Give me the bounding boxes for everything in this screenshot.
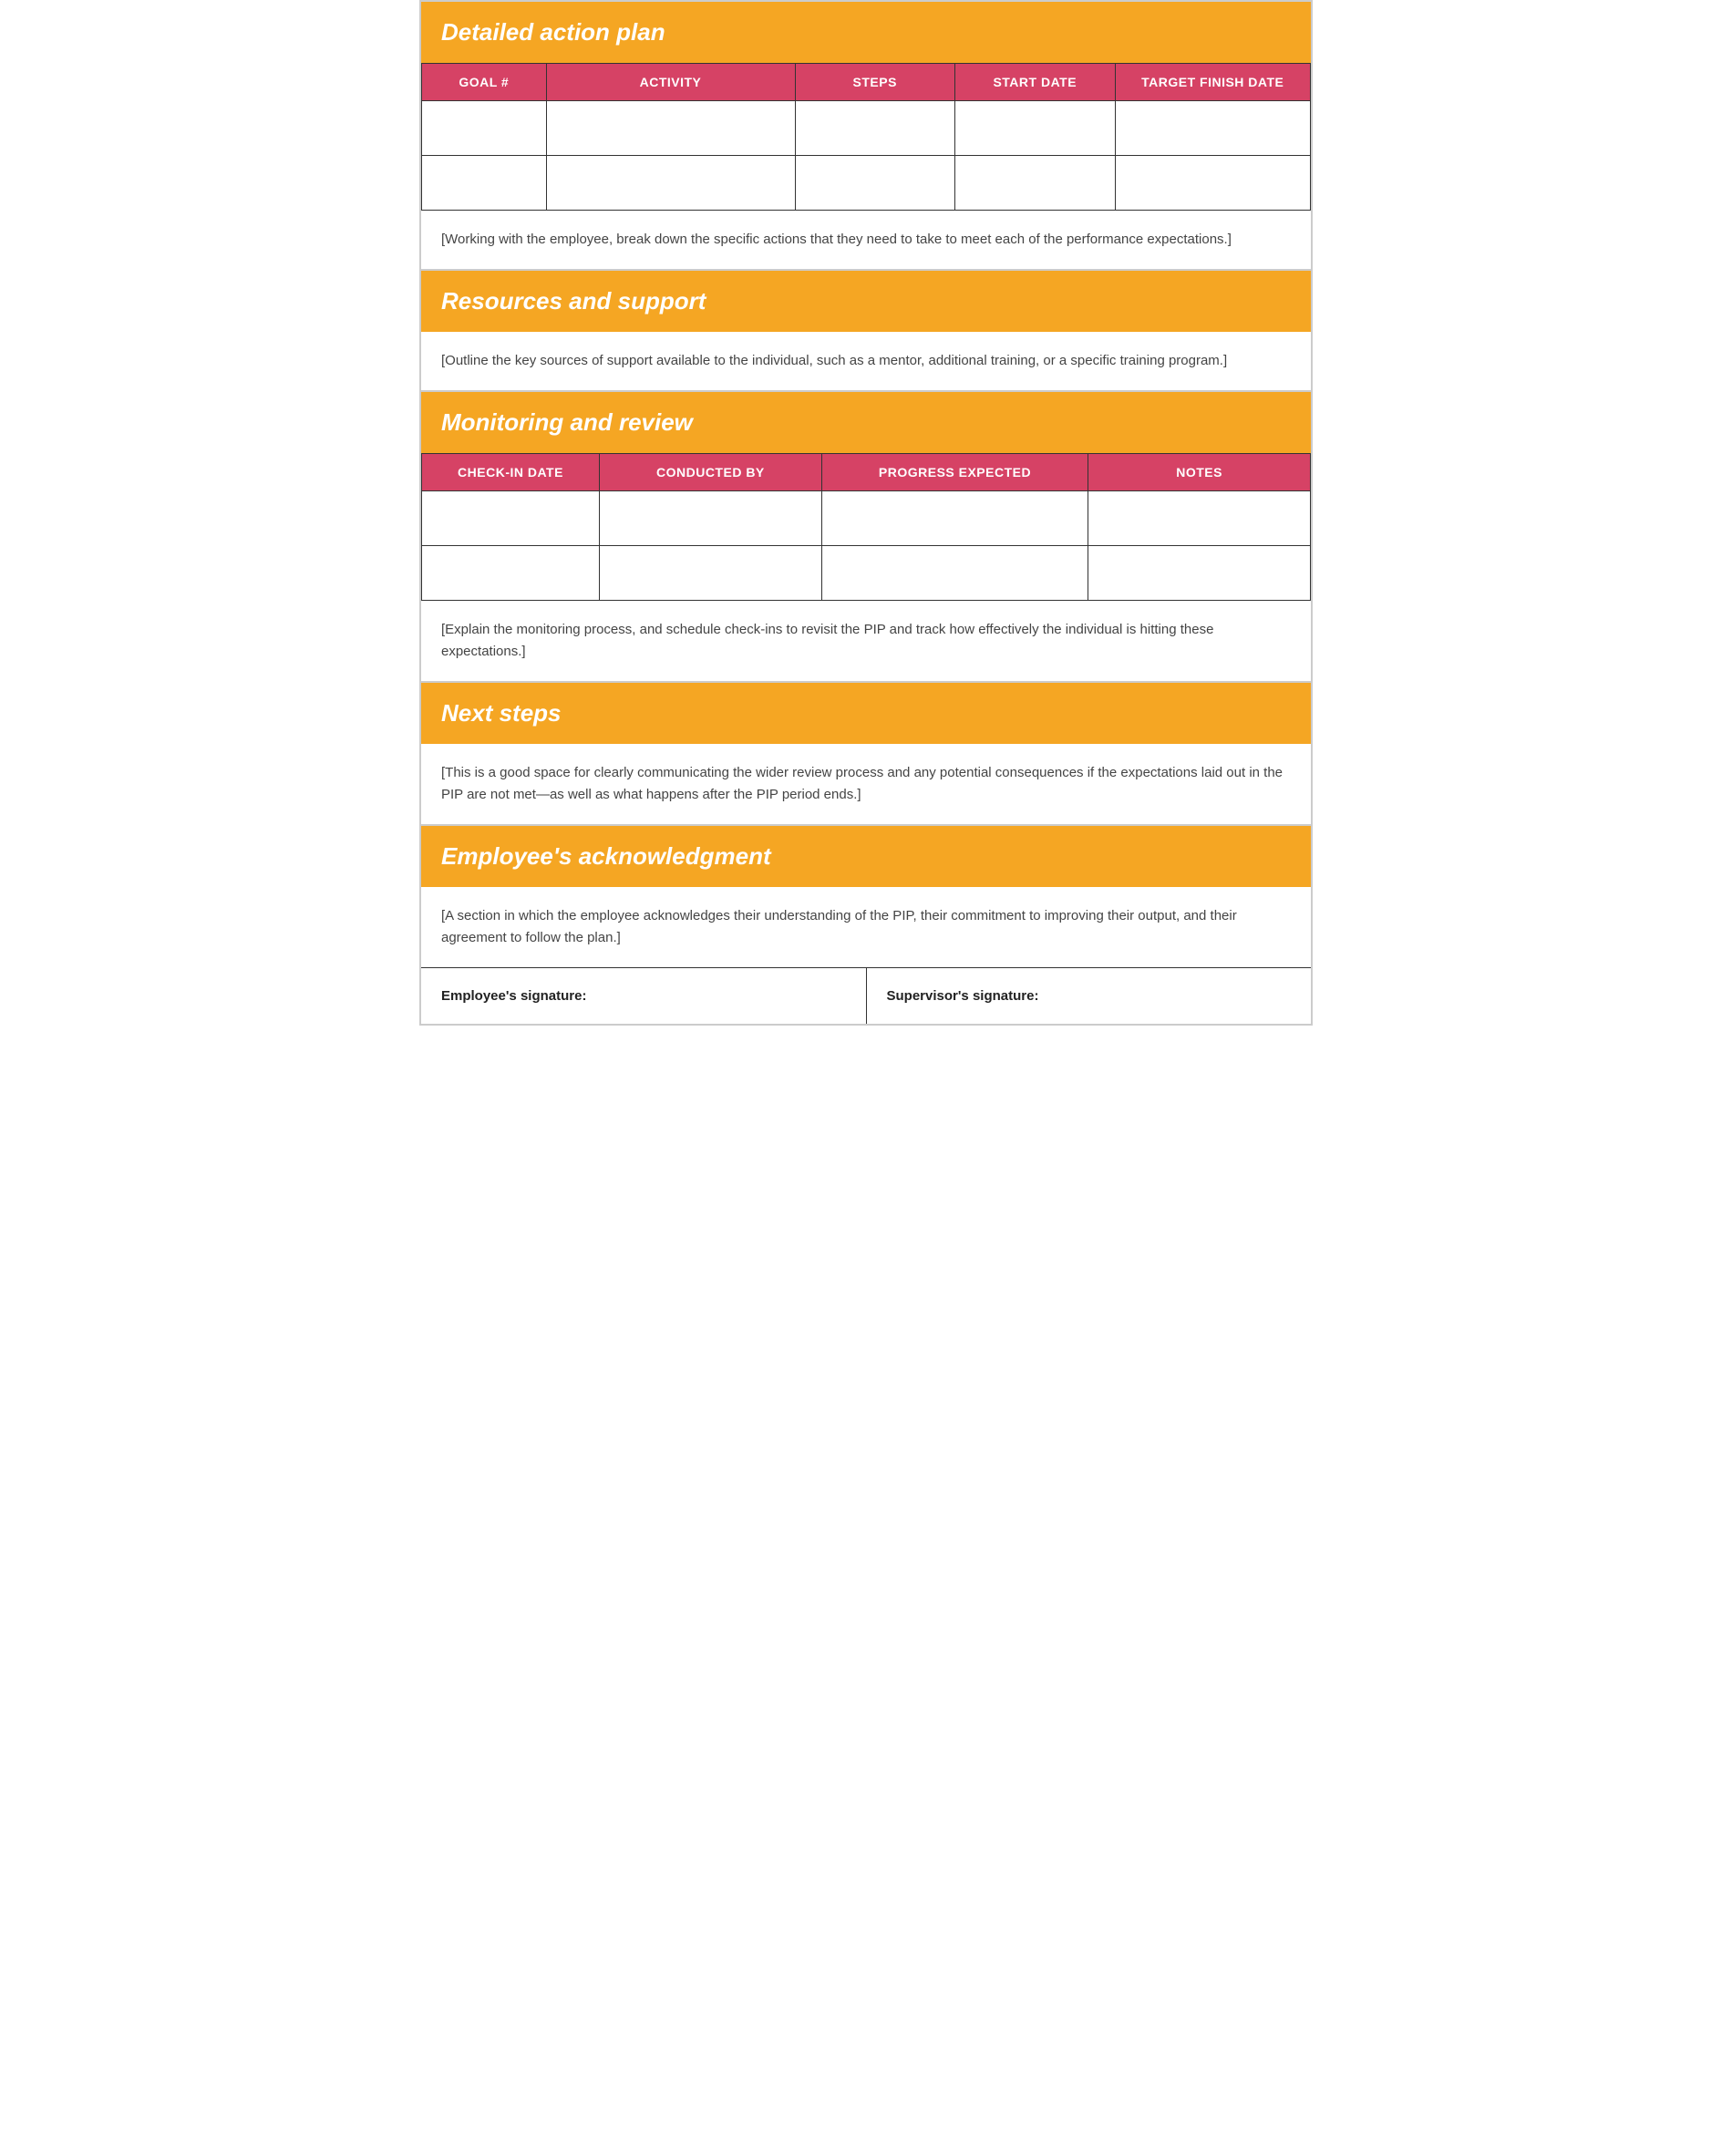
col-header-startdate: START DATE — [955, 64, 1116, 101]
acknowledgment-description: [A section in which the employee acknowl… — [421, 887, 1311, 967]
action-plan-table: GOAL # ACTIVITY STEPS START DATE TARGET … — [421, 63, 1311, 211]
employee-signature-cell: Employee's signature: — [421, 968, 867, 1024]
detailed-action-plan-section: Detailed action plan GOAL # ACTIVITY STE… — [420, 1, 1312, 271]
monitoring-checkin-2[interactable] — [422, 546, 600, 601]
next-steps-header: Next steps — [421, 683, 1311, 744]
table-row — [422, 101, 1311, 156]
col-header-checkin: CHECK-IN DATE — [422, 454, 600, 491]
monitoring-description: [Explain the monitoring process, and sch… — [421, 601, 1311, 682]
col-header-progress: PROGRESS EXPECTED — [821, 454, 1088, 491]
col-header-goal: GOAL # — [422, 64, 547, 101]
monitoring-table: CHECK-IN DATE CONDUCTED BY PROGRESS EXPE… — [421, 453, 1311, 601]
signature-row: Employee's signature: Supervisor's signa… — [421, 967, 1311, 1024]
next-steps-description: [This is a good space for clearly commun… — [421, 744, 1311, 825]
monitoring-progress-1[interactable] — [821, 491, 1088, 546]
next-steps-section: Next steps [This is a good space for cle… — [420, 683, 1312, 826]
action-steps-1[interactable] — [795, 101, 955, 156]
supervisor-signature-label: Supervisor's signature: — [887, 988, 1039, 1004]
acknowledgment-section: Employee's acknowledgment [A section in … — [420, 826, 1312, 1025]
action-plan-description: [Working with the employee, break down t… — [421, 211, 1311, 270]
resources-support-title: Resources and support — [441, 287, 1291, 315]
action-activity-2[interactable] — [546, 156, 795, 211]
monitoring-review-header: Monitoring and review — [421, 392, 1311, 453]
table-row — [422, 546, 1311, 601]
action-targetdate-1[interactable] — [1115, 101, 1311, 156]
resources-support-section: Resources and support [Outline the key s… — [420, 271, 1312, 392]
action-startdate-2[interactable] — [955, 156, 1116, 211]
action-targetdate-2[interactable] — [1115, 156, 1311, 211]
monitoring-review-title: Monitoring and review — [441, 408, 1291, 437]
col-header-targetdate: TARGET FINISH DATE — [1115, 64, 1311, 101]
supervisor-signature-cell: Supervisor's signature: — [867, 968, 1312, 1024]
next-steps-title: Next steps — [441, 699, 1291, 727]
action-startdate-1[interactable] — [955, 101, 1116, 156]
monitoring-notes-1[interactable] — [1088, 491, 1311, 546]
col-header-notes: NOTES — [1088, 454, 1311, 491]
page-container: Detailed action plan GOAL # ACTIVITY STE… — [419, 0, 1313, 1026]
resources-support-header: Resources and support — [421, 271, 1311, 332]
table-row — [422, 491, 1311, 546]
monitoring-conductedby-2[interactable] — [600, 546, 822, 601]
action-goal-2[interactable] — [422, 156, 547, 211]
resources-support-description: [Outline the key sources of support avai… — [421, 332, 1311, 391]
acknowledgment-header: Employee's acknowledgment — [421, 826, 1311, 887]
monitoring-progress-2[interactable] — [821, 546, 1088, 601]
monitoring-conductedby-1[interactable] — [600, 491, 822, 546]
action-activity-1[interactable] — [546, 101, 795, 156]
monitoring-review-section: Monitoring and review CHECK-IN DATE COND… — [420, 392, 1312, 683]
detailed-action-plan-title: Detailed action plan — [441, 18, 1291, 46]
col-header-steps: STEPS — [795, 64, 955, 101]
monitoring-table-header-row: CHECK-IN DATE CONDUCTED BY PROGRESS EXPE… — [422, 454, 1311, 491]
action-steps-2[interactable] — [795, 156, 955, 211]
action-plan-table-header-row: GOAL # ACTIVITY STEPS START DATE TARGET … — [422, 64, 1311, 101]
action-goal-1[interactable] — [422, 101, 547, 156]
monitoring-checkin-1[interactable] — [422, 491, 600, 546]
table-row — [422, 156, 1311, 211]
employee-signature-label: Employee's signature: — [441, 988, 586, 1004]
col-header-conductedby: CONDUCTED BY — [600, 454, 822, 491]
detailed-action-plan-header: Detailed action plan — [421, 2, 1311, 63]
acknowledgment-title: Employee's acknowledgment — [441, 842, 1291, 871]
monitoring-notes-2[interactable] — [1088, 546, 1311, 601]
col-header-activity: ACTIVITY — [546, 64, 795, 101]
